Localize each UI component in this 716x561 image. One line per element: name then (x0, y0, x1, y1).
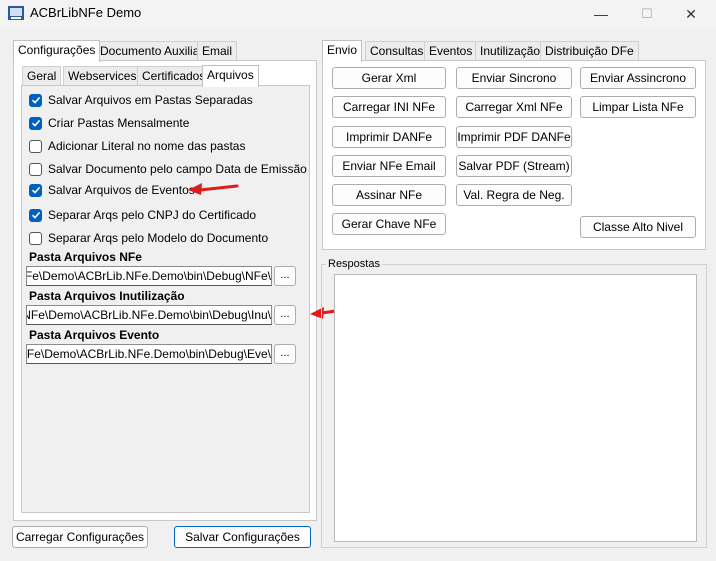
classe-alto-nivel-button[interactable]: Classe Alto Nivel (580, 216, 696, 238)
enviar-sincrono-button[interactable]: Enviar Sincrono (456, 67, 572, 89)
checkbox-unchecked-icon[interactable] (29, 162, 42, 176)
tab-configuracoes[interactable]: Configurações (13, 40, 101, 62)
tab-webservices[interactable]: Webservices (63, 66, 142, 86)
title-bar: ACBrLibNFe Demo — ☐ ✕ (0, 0, 716, 28)
assinar-nfe-button[interactable]: Assinar NFe (332, 184, 446, 206)
tab-certificados[interactable]: Certificados (137, 66, 211, 86)
enviar-email-button[interactable]: Enviar NFe Email (332, 155, 446, 177)
checkbox-label: Criar Pastas Mensalmente (48, 116, 190, 130)
respostas-label: Respostas (326, 258, 382, 270)
checkbox-pastas-mensalmente[interactable]: Criar Pastas Mensalmente (29, 115, 189, 131)
val-regra-neg-button[interactable]: Val. Regra de Neg. (456, 184, 572, 206)
tab-consultas[interactable]: Consultas (365, 41, 429, 61)
browse-button-nfe[interactable]: ... (274, 266, 296, 286)
checkbox-label: Salvar Documento pelo campo Data de Emis… (48, 162, 307, 176)
path-input-evento[interactable]: !\NFe\Demo\ACBrLib.NFe.Demo\bin\Debug\Ev… (26, 344, 272, 364)
minimize-button[interactable]: — (578, 0, 624, 28)
window-title: ACBrLibNFe Demo (30, 5, 142, 20)
red-arrow-icon (188, 183, 239, 195)
checkbox-checked-icon[interactable] (29, 116, 42, 130)
checkbox-checked-icon[interactable] (29, 93, 42, 107)
tab-distribuicao-dfe[interactable]: Distribuição DFe (540, 41, 639, 61)
tab-email[interactable]: Email (197, 41, 238, 61)
enviar-assincrono-button[interactable]: Enviar Assincrono (580, 67, 696, 89)
checkbox-arquivos-eventos[interactable]: Salvar Arquivos de Eventos (29, 182, 195, 198)
limpar-lista-button[interactable]: Limpar Lista NFe (580, 96, 696, 118)
checkbox-modelo-documento[interactable]: Separar Arqs pelo Modelo do Documento (29, 230, 268, 246)
carregar-xml-button[interactable]: Carregar Xml NFe (456, 96, 572, 118)
checkbox-unchecked-icon[interactable] (29, 231, 42, 245)
checkbox-label: Salvar Arquivos de Eventos (48, 183, 195, 197)
salvar-pdf-stream-button[interactable]: Salvar PDF (Stream) (456, 155, 572, 177)
gerar-chave-button[interactable]: Gerar Chave NFe (332, 213, 446, 235)
respostas-textarea[interactable] (334, 274, 697, 542)
checkbox-checked-icon[interactable] (29, 208, 42, 222)
checkbox-literal-nome[interactable]: Adicionar Literal no nome das pastas (29, 138, 245, 154)
carregar-ini-button[interactable]: Carregar INI NFe (332, 96, 446, 118)
checkbox-label: Adicionar Literal no nome das pastas (48, 139, 246, 153)
checkbox-label: Salvar Arquivos em Pastas Separadas (48, 93, 253, 107)
browse-button-inutilizacao[interactable]: ... (274, 305, 296, 325)
imprimir-pdf-danfe-button[interactable]: Imprimir PDF DANFe (456, 126, 572, 148)
maximize-button[interactable]: ☐ (624, 0, 670, 28)
tab-documento-auxiliar[interactable]: Documento Auxiliar (95, 41, 209, 61)
path-input-nfe[interactable]: :\NFe\Demo\ACBrLib.NFe.Demo\bin\Debug\NF… (26, 266, 272, 286)
path-value: #\NFe\Demo\ACBrLib.NFe.Demo\bin\Debug\In… (26, 308, 271, 322)
checkbox-data-emissao[interactable]: Salvar Documento pelo campo Data de Emis… (29, 161, 307, 177)
checkbox-label: Separar Arqs pelo Modelo do Documento (48, 231, 269, 245)
imprimir-danfe-button[interactable]: Imprimir DANFe (332, 126, 446, 148)
carregar-configuracoes-button[interactable]: Carregar Configurações (12, 526, 148, 548)
label-pasta-inutilizacao: Pasta Arquivos Inutilização (29, 289, 185, 303)
browse-button-evento[interactable]: ... (274, 344, 296, 364)
label-pasta-nfe: Pasta Arquivos NFe (29, 250, 142, 264)
close-button[interactable]: ✕ (668, 0, 714, 28)
app-icon (8, 6, 24, 20)
gerar-xml-button[interactable]: Gerar Xml (332, 67, 446, 89)
tab-envio[interactable]: Envio (322, 40, 363, 62)
salvar-configuracoes-button[interactable]: Salvar Configurações (174, 526, 311, 548)
path-input-inutilizacao[interactable]: #\NFe\Demo\ACBrLib.NFe.Demo\bin\Debug\In… (26, 305, 272, 325)
checkbox-checked-icon[interactable] (29, 183, 42, 197)
tab-eventos[interactable]: Eventos (424, 41, 478, 61)
path-value: !\NFe\Demo\ACBrLib.NFe.Demo\bin\Debug\Ev… (26, 347, 271, 361)
checkbox-unchecked-icon[interactable] (29, 139, 42, 153)
tab-arquivos[interactable]: Arquivos (202, 65, 259, 87)
checkbox-pastas-separadas[interactable]: Salvar Arquivos em Pastas Separadas (29, 92, 253, 108)
path-value: :\NFe\Demo\ACBrLib.NFe.Demo\bin\Debug\NF… (26, 269, 271, 283)
checkbox-label: Separar Arqs pelo CNPJ do Certificado (48, 208, 257, 222)
tab-geral[interactable]: Geral (22, 66, 62, 86)
label-pasta-evento: Pasta Arquivos Evento (29, 328, 160, 342)
tab-inutilizacao[interactable]: Inutilização (475, 41, 546, 61)
checkbox-cnpj-certificado[interactable]: Separar Arqs pelo CNPJ do Certificado (29, 207, 256, 223)
